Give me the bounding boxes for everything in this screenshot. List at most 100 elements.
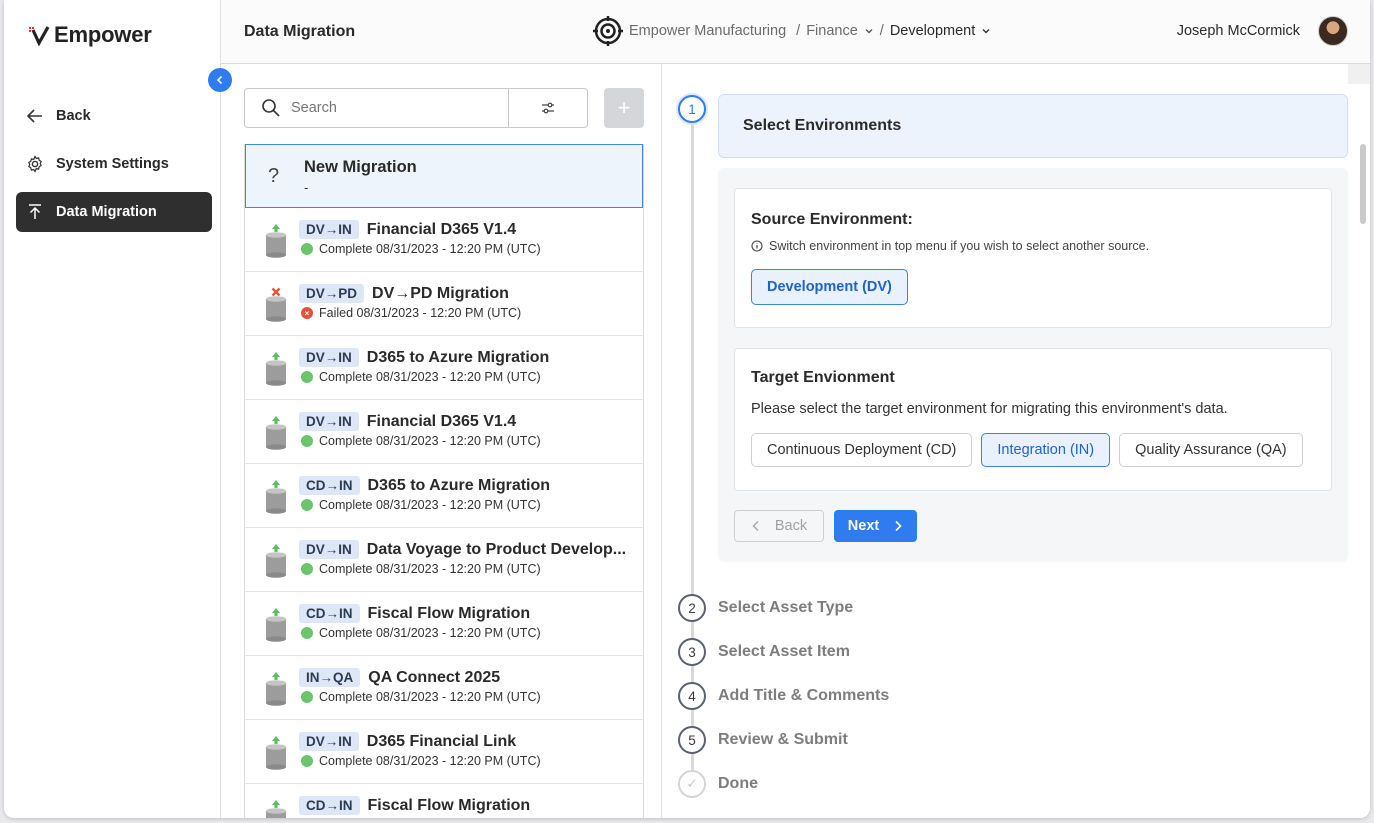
list-item[interactable]: CD→IN Fiscal Flow Migration Complete 08/31… [245, 592, 643, 656]
step-3-label[interactable]: Select Asset Item [718, 643, 850, 661]
list-item[interactable]: IN→QA QA Connect 2025 Complete 08/31/2023 … [245, 656, 643, 720]
new-migration-item[interactable]: ? New Migration - [245, 144, 643, 208]
chevron-down-icon[interactable] [864, 26, 874, 36]
list-item-title: D365 to Azure Migration [366, 348, 550, 366]
list-item[interactable]: DV→IN D365 to Azure Migration Complete 08/… [245, 336, 643, 400]
list-item-status: Complete 08/31/2023 - 12:20 PM (UTC) [301, 242, 541, 256]
list-item[interactable]: CD→IN D365 to Azure Migration Complete 08/… [245, 464, 643, 528]
target-description: Please select the target environment for… [751, 401, 1228, 417]
migration-list-panel: + ? New Migration - DV→IN Financial D365 … [221, 64, 662, 818]
route-badge: IN→QA [299, 668, 361, 687]
list-item[interactable]: DV→IN D365 Financial Link Complete 08/31/2… [245, 720, 643, 784]
breadcrumb-org[interactable]: Empower Manufacturing [629, 23, 786, 39]
status-text: Complete 08/31/2023 - 12:20 PM (UTC) [319, 562, 541, 576]
list-item[interactable]: CD→IN Fiscal Flow Migration [245, 784, 643, 818]
status-text: Failed 08/31/2023 - 12:20 PM (UTC) [319, 306, 522, 320]
database-success-icon [266, 352, 286, 386]
status-text: Complete 08/31/2023 - 12:20 PM (UTC) [319, 242, 541, 256]
step-4-label[interactable]: Add Title & Comments [718, 687, 889, 705]
list-item-title: Financial D365 V1.4 [366, 220, 517, 238]
check-circle-icon [301, 627, 313, 639]
list-item-status: Complete 08/31/2023 - 12:20 PM (UTC) [301, 754, 541, 768]
database-success-icon [266, 480, 286, 514]
migration-wizard: 1 Select Environments Source Environment… [662, 64, 1370, 818]
list-item-header: DV→IN D365 Financial Link [299, 732, 541, 751]
route-badge: DV→IN [299, 220, 359, 239]
step-2-indicator: 2 [678, 594, 706, 622]
database-failed-icon [266, 287, 286, 322]
database-success-icon [266, 800, 286, 818]
step-5-label[interactable]: Review & Submit [718, 731, 848, 749]
list-item-header: DV→IN Financial D365 V1.4 [299, 412, 541, 431]
database-success-icon [266, 224, 286, 258]
list-item-header: IN→QA QA Connect 2025 [299, 668, 541, 687]
source-hint: Switch environment in top menu if you wi… [751, 239, 1315, 253]
target-option-in[interactable]: Integration (IN) [981, 433, 1111, 467]
status-text: Complete 08/31/2023 - 12:20 PM (UTC) [319, 754, 541, 768]
collapse-sidebar-button[interactable] [208, 68, 232, 92]
step-2-label[interactable]: Select Asset Type [718, 599, 853, 617]
avatar[interactable] [1318, 16, 1348, 46]
check-circle-icon [301, 563, 313, 575]
filter-button[interactable] [508, 88, 588, 128]
target-logo-icon [593, 16, 623, 46]
list-item-status: Complete 08/31/2023 - 12:20 PM (UTC) [301, 562, 626, 576]
route-badge: DV→IN [299, 412, 359, 431]
top-header: Data Migration Empower Manufacturing / F… [221, 0, 1370, 64]
user-menu[interactable]: Joseph McCormick [1177, 16, 1348, 46]
back-button[interactable]: Back [734, 510, 824, 542]
arrow-left-icon [26, 109, 42, 123]
step-1-content: Source Environment: Switch environment i… [718, 168, 1348, 562]
route-badge: CD→IN [299, 796, 360, 815]
source-title: Source Environment: [751, 211, 913, 228]
breadcrumb-separator: / [879, 23, 884, 39]
check-circle-icon [301, 243, 313, 255]
sidebar-item-system-settings[interactable]: System Settings [16, 144, 212, 184]
list-item-title: New Migration [304, 157, 417, 176]
plus-icon: + [617, 95, 631, 120]
next-button[interactable]: Next [834, 510, 917, 542]
list-item-body: CD→IN Fiscal Flow Migration [299, 796, 530, 818]
list-item-body: DV→IN Financial D365 V1.4 Complete 08/31/2… [299, 220, 541, 256]
scrollbar[interactable] [1360, 144, 1366, 224]
list-item-title: D365 Financial Link [366, 732, 517, 750]
step-done-label[interactable]: Done [718, 775, 758, 793]
list-item-status: Complete 08/31/2023 - 12:20 PM (UTC) [301, 498, 550, 512]
list-item-title: DV→PD Migration [372, 284, 509, 302]
step-done-indicator: ✓ [678, 770, 706, 798]
step-4-indicator: 4 [678, 682, 706, 710]
breadcrumb-dept[interactable]: Finance [806, 23, 858, 39]
chevron-right-icon [895, 520, 902, 532]
add-migration-button[interactable]: + [604, 88, 644, 128]
next-label: Next [847, 518, 880, 534]
list-item-status: Complete 08/31/2023 - 12:20 PM (UTC) [301, 626, 541, 640]
sidebar-item-data-migration[interactable]: Data Migration [16, 192, 212, 232]
list-item[interactable]: DV→IN Data Voyage to Product Develop... Co… [245, 528, 643, 592]
status-text: Complete 08/31/2023 - 12:20 PM (UTC) [319, 434, 541, 448]
step-1-header[interactable]: Select Environments [718, 94, 1348, 158]
list-item[interactable]: DV→PD DV→PD Migration × Failed 08/31/2023 -… [245, 272, 643, 336]
check-circle-icon [301, 755, 313, 767]
source-env-button[interactable]: Development (DV) [751, 269, 908, 305]
breadcrumb-separator: / [796, 23, 801, 39]
breadcrumb-env[interactable]: Development [890, 23, 975, 39]
sidebar-item-back[interactable]: Back [16, 96, 212, 136]
list-item-body: IN→QA QA Connect 2025 Complete 08/31/2023 … [299, 668, 541, 704]
list-item-body: DV→IN D365 to Azure Migration Complete 08/… [299, 348, 549, 384]
sidebar-item-label: System Settings [56, 156, 169, 172]
search-box[interactable] [244, 88, 509, 128]
list-item[interactable]: DV→IN Financial D365 V1.4 Complete 08/31/2… [245, 208, 643, 272]
list-item-body: CD→IN Fiscal Flow Migration Complete 08/31… [299, 604, 541, 640]
target-option-cd[interactable]: Continuous Deployment (CD) [751, 433, 973, 467]
scroll-corner [1348, 64, 1370, 84]
list-item[interactable]: DV→IN Financial D365 V1.4 Complete 08/31/2… [245, 400, 643, 464]
sidebar-item-label: Data Migration [56, 204, 157, 220]
target-option-qa[interactable]: Quality Assurance (QA) [1119, 433, 1303, 467]
target-options: Continuous Deployment (CD) Integration (… [751, 433, 1315, 467]
chevron-down-icon[interactable] [981, 26, 991, 36]
list-item-title: Fiscal Flow Migration [367, 604, 531, 622]
list-item-title: QA Connect 2025 [368, 668, 501, 686]
search-input[interactable] [291, 100, 491, 116]
sliders-icon [542, 102, 554, 114]
empower-logo-icon [29, 26, 50, 46]
